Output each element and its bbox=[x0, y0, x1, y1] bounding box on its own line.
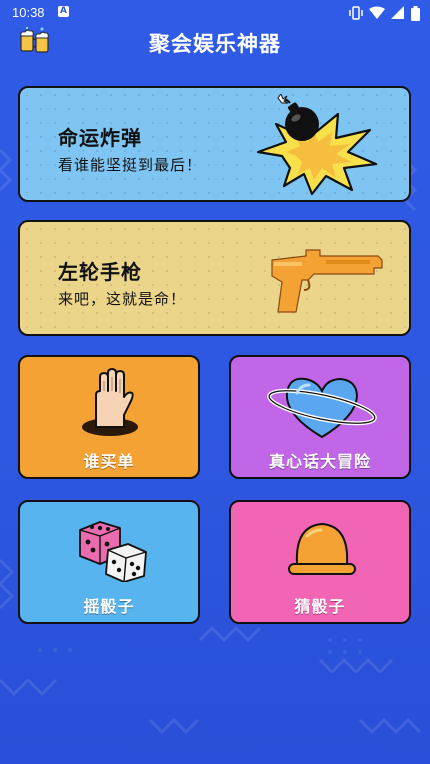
bomb-game-card[interactable]: 命运炸弹 看谁能坚挺到最后！ bbox=[18, 86, 411, 202]
pay-bill-label: 谁买单 bbox=[83, 452, 135, 471]
vibrate-icon bbox=[349, 6, 363, 20]
a-notification-icon: A bbox=[58, 6, 69, 17]
app-header: 聚会娱乐神器 bbox=[0, 26, 430, 62]
gun-card-title: 左轮手枪 bbox=[58, 260, 142, 284]
wifi-icon bbox=[369, 6, 385, 19]
shake-dice-game-card[interactable]: 摇骰子 bbox=[18, 500, 200, 624]
guess-dice-game-card[interactable]: 猜骰子 bbox=[229, 500, 411, 624]
page-title: 聚会娱乐神器 bbox=[149, 32, 281, 56]
hand-in-hole-icon bbox=[82, 368, 138, 436]
bomb-icon bbox=[256, 94, 378, 196]
signal-icon bbox=[391, 6, 404, 19]
truth-or-dare-label: 真心话大冒险 bbox=[268, 452, 371, 471]
dice-icon bbox=[79, 521, 147, 582]
gun-icon bbox=[271, 249, 383, 313]
bomb-card-subtitle: 看谁能坚挺到最后！ bbox=[58, 156, 203, 174]
shake-dice-label: 摇骰子 bbox=[83, 597, 135, 616]
status-icons bbox=[349, 4, 420, 22]
bomb-card-title: 命运炸弹 bbox=[58, 126, 142, 150]
revolver-game-card[interactable]: 左轮手枪 来吧，这就是命！ bbox=[18, 220, 411, 336]
status-time: 10:38 bbox=[12, 5, 45, 20]
status-bar: 10:38 A bbox=[0, 0, 430, 26]
battery-icon bbox=[411, 5, 420, 21]
truth-or-dare-game-card[interactable]: 真心话大冒险 bbox=[229, 355, 411, 479]
heart-planet-icon bbox=[267, 377, 377, 439]
guess-dice-label: 猜骰子 bbox=[294, 597, 346, 616]
gun-card-subtitle: 来吧，这就是命！ bbox=[58, 290, 187, 308]
pay-bill-game-card[interactable]: 谁买单 bbox=[18, 355, 200, 479]
dice-cup-icon bbox=[288, 522, 356, 575]
